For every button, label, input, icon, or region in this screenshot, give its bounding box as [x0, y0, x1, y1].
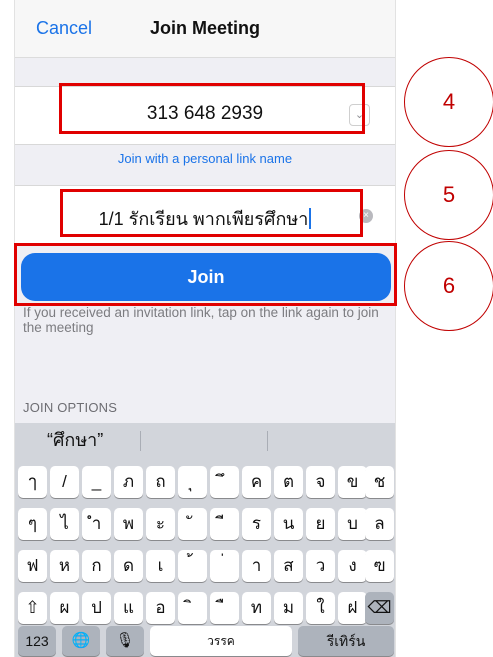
key[interactable]: ื — [210, 592, 239, 624]
key[interactable]: ป — [82, 592, 111, 624]
numbers-key[interactable]: 123 — [18, 626, 56, 656]
key[interactable]: พ — [114, 508, 143, 540]
shift-key[interactable]: ⇧ — [18, 592, 47, 624]
backspace-key[interactable]: ⌫ — [365, 592, 394, 624]
key[interactable]: ร — [242, 508, 271, 540]
space-key[interactable]: วรรค — [150, 626, 292, 656]
key[interactable]: เ — [146, 550, 175, 582]
key[interactable]: ้ — [178, 550, 207, 582]
key[interactable]: ่ — [210, 550, 239, 582]
key[interactable]: ย — [306, 508, 335, 540]
key[interactable]: ๅ — [18, 466, 47, 498]
key[interactable]: ว — [306, 550, 335, 582]
key[interactable]: ท — [242, 592, 271, 624]
microphone-icon[interactable]: 🎙 — [106, 626, 144, 656]
key[interactable]: ล — [365, 508, 394, 540]
key[interactable]: ช — [365, 466, 394, 498]
key[interactable]: ฟ — [18, 550, 47, 582]
key[interactable]: ึ — [210, 466, 239, 498]
page-title: Join Meeting — [149, 18, 260, 38]
annotation-box-6 — [14, 243, 397, 306]
key[interactable]: ำ — [82, 508, 111, 540]
return-key[interactable]: รีเทิร์น — [298, 626, 394, 656]
key[interactable]: อ — [146, 592, 175, 624]
key[interactable]: ไ — [50, 508, 79, 540]
key[interactable]: ก — [82, 550, 111, 582]
personal-link-name-link[interactable]: Join with a personal link name — [15, 151, 395, 166]
key[interactable]: ี — [210, 508, 239, 540]
key[interactable]: บ — [338, 508, 367, 540]
annotation-step-6: 6 — [404, 241, 493, 331]
join-options-header: JOIN OPTIONS — [23, 400, 118, 415]
key[interactable]: ด — [114, 550, 143, 582]
key[interactable]: ถ — [146, 466, 175, 498]
navigation-bar: Cancel Join Meeting — [15, 0, 395, 58]
annotation-box-5 — [60, 189, 363, 237]
key[interactable]: ฃ — [365, 550, 394, 582]
suggestion-3[interactable] — [268, 423, 394, 457]
key[interactable]: ิ — [178, 592, 207, 624]
suggestion-1[interactable]: “ศึกษา” — [47, 423, 103, 457]
key[interactable]: / — [50, 466, 79, 498]
key[interactable]: ุ — [178, 466, 207, 498]
globe-icon[interactable]: 🌐 — [62, 626, 100, 656]
key[interactable]: ผ — [50, 592, 79, 624]
key[interactable]: จ — [306, 466, 335, 498]
key[interactable]: ห — [50, 550, 79, 582]
key[interactable]: ฝ — [338, 592, 367, 624]
suggestion-bar: “ศึกษา” — [15, 423, 395, 457]
key[interactable]: ค — [242, 466, 271, 498]
key[interactable]: ส — [274, 550, 303, 582]
key[interactable]: ต — [274, 466, 303, 498]
annotation-box-4 — [59, 83, 365, 134]
thai-keyboard: “ศึกษา” ๅ / _ ภ ถ ุ ึ ค ต จ ข ช ๆ ไ ำ พ … — [15, 423, 395, 657]
annotation-step-5: 5 — [404, 150, 493, 240]
suggestion-2[interactable] — [140, 423, 266, 457]
key[interactable]: _ — [82, 466, 111, 498]
key[interactable]: ใ — [306, 592, 335, 624]
key[interactable]: ข — [338, 466, 367, 498]
key[interactable]: ั — [178, 508, 207, 540]
key[interactable]: ง — [338, 550, 367, 582]
key[interactable]: ม — [274, 592, 303, 624]
key[interactable]: ภ — [114, 466, 143, 498]
key[interactable]: น — [274, 508, 303, 540]
annotation-step-4: 4 — [404, 57, 493, 147]
invitation-hint-text: If you received an invitation link, tap … — [23, 305, 379, 335]
key[interactable]: ะ — [146, 508, 175, 540]
key[interactable]: แ — [114, 592, 143, 624]
key[interactable]: ๆ — [18, 508, 47, 540]
key[interactable]: า — [242, 550, 271, 582]
